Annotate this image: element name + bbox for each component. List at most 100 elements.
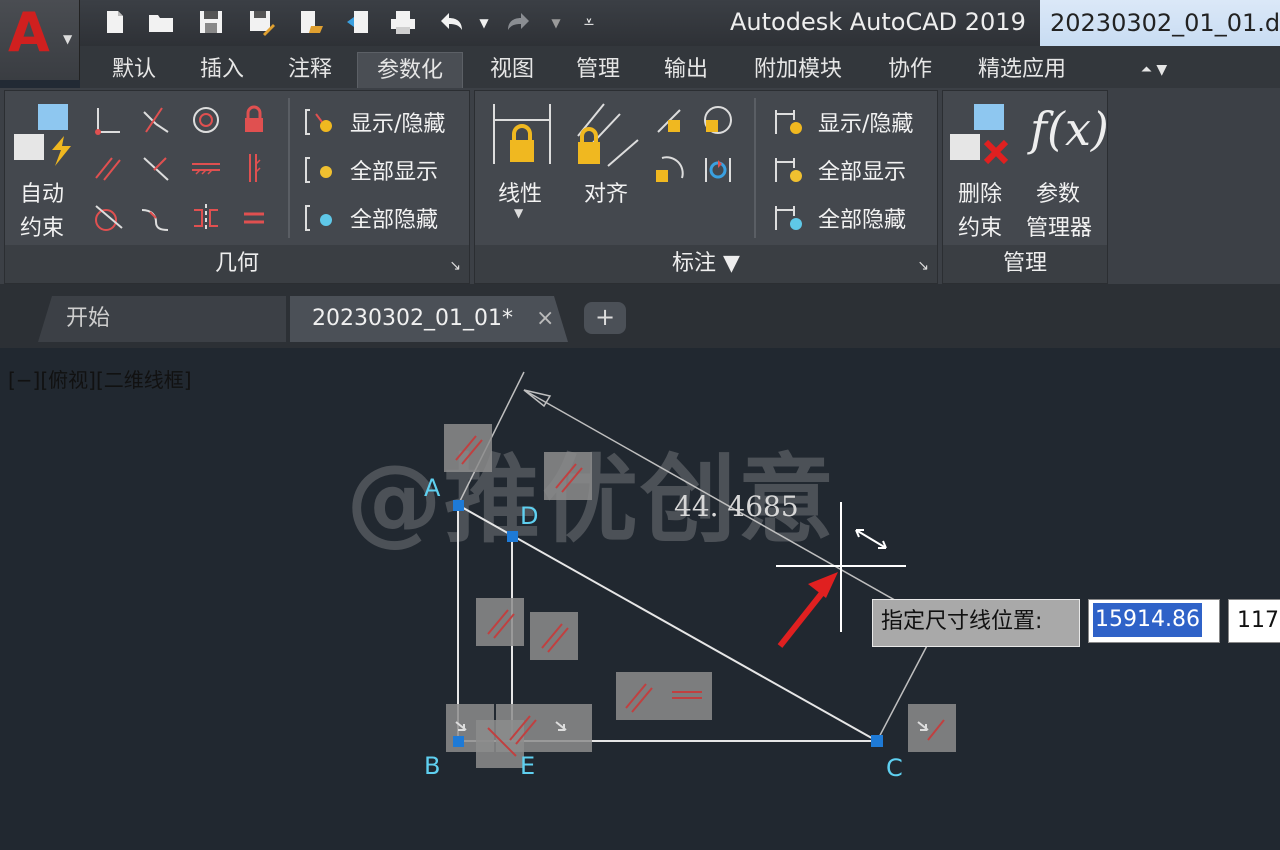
panel-divider — [288, 98, 290, 238]
command-prompt-tooltip: 指定尺寸线位置: — [872, 599, 1080, 647]
geometry-show-all-button[interactable]: 全部显示 — [304, 154, 484, 188]
angular-constraint-icon[interactable] — [654, 104, 686, 136]
chevron-down-icon: ▼ — [63, 32, 73, 46]
point-label-c: C — [886, 754, 903, 782]
grip-d — [507, 531, 518, 542]
print-icon[interactable] — [388, 8, 418, 38]
linear-constraint-icon[interactable] — [490, 100, 554, 170]
fix-lock-icon[interactable] — [238, 104, 270, 136]
parameters-manager-icon[interactable]: f(x) — [1030, 102, 1109, 166]
tab-featured-apps[interactable]: 精选应用 — [960, 52, 1084, 88]
tab-default[interactable]: 默认 — [94, 52, 174, 88]
horizontal-icon[interactable] — [190, 152, 222, 184]
vertical-icon[interactable] — [238, 152, 270, 184]
redo-dropdown-icon[interactable]: ▼ — [546, 8, 566, 38]
open-from-web-icon[interactable] — [296, 8, 326, 38]
coincident-icon[interactable] — [92, 104, 124, 136]
new-file-icon[interactable] — [100, 8, 130, 38]
redo-icon[interactable] — [504, 8, 534, 38]
panel-launcher-icon: ↘ — [917, 258, 929, 274]
tab-start[interactable]: 开始 — [38, 296, 286, 342]
convert-constraint-icon[interactable] — [702, 154, 734, 186]
customize-qat-icon[interactable]: ⩡ — [574, 8, 604, 38]
linear-dropdown-icon[interactable]: ▼ — [514, 206, 523, 220]
grip-a — [453, 500, 464, 511]
diametric-constraint-icon[interactable] — [654, 154, 686, 186]
autocad-logo-icon: A — [8, 1, 50, 64]
show-all-dimension-icon — [775, 158, 802, 182]
tab-insert[interactable]: 插入 — [184, 52, 260, 88]
tab-output[interactable]: 输出 — [648, 52, 724, 88]
geometry-show-hide-button[interactable]: 显示/隐藏 — [304, 106, 484, 140]
close-tab-icon[interactable]: × — [536, 306, 554, 331]
auto-constrain-icon[interactable] — [12, 102, 80, 168]
ribbon-minimize-icon[interactable]: ⏶ ▼ — [1124, 52, 1184, 88]
dimensional-show-hide-button[interactable]: 显示/隐藏 — [772, 106, 936, 140]
geometry-panel-title[interactable]: 几何 ↘ — [5, 245, 469, 283]
show-hide-dimension-icon — [775, 110, 802, 134]
save-as-icon[interactable] — [246, 8, 276, 38]
dimension-cursor-icon — [855, 529, 887, 549]
show-all-constraint-icon — [305, 157, 332, 183]
show-hide-constraint-icon — [305, 109, 332, 135]
manage-panel-title: 管理 — [943, 245, 1107, 283]
tab-manage[interactable]: 管理 — [560, 52, 636, 88]
delete-constraints-icon[interactable] — [948, 102, 1016, 168]
undo-icon[interactable] — [436, 8, 466, 38]
tab-current-document-label: 20230302_01_01* — [312, 306, 513, 331]
point-label-a: A — [424, 474, 441, 502]
undo-dropdown-icon[interactable]: ▼ — [474, 8, 494, 38]
auto-constrain-label-1: 自动 — [20, 182, 65, 207]
dynamic-input-value: 15914.86 — [1093, 603, 1202, 637]
equal-icon[interactable] — [238, 202, 270, 234]
collinear-icon[interactable] — [140, 104, 172, 136]
geometry-hide-all-button[interactable]: 全部隐藏 — [304, 202, 484, 236]
tab-collaborate[interactable]: 协作 — [872, 52, 948, 88]
delete-constraints-label-1: 删除 — [958, 182, 1003, 207]
red-arrow-head-icon — [808, 572, 838, 598]
save-icon[interactable] — [196, 8, 226, 38]
document-title: 20230302_01_01.dwg — [1040, 0, 1280, 46]
dimension-value-text: 44. 4685 — [674, 490, 799, 523]
point-label-b: B — [424, 752, 441, 780]
application-title: Autodesk AutoCAD 2019 — [730, 8, 1026, 36]
application-menu-button[interactable]: A ▼ — [0, 0, 80, 80]
perpendicular-icon[interactable] — [140, 152, 172, 184]
parallel-icon[interactable] — [92, 152, 124, 184]
new-tab-button[interactable]: + — [584, 302, 626, 334]
hide-all-dimension-icon — [775, 206, 802, 230]
grip-c — [871, 735, 883, 747]
tab-addins[interactable]: 附加模块 — [736, 52, 860, 88]
aligned-constraint-icon[interactable] — [574, 100, 642, 170]
red-arrow-shaft — [777, 586, 829, 648]
share-icon[interactable] — [344, 8, 374, 38]
panel-launcher-icon: ↘ — [449, 258, 461, 274]
aligned-label: 对齐 — [584, 182, 629, 207]
parameters-manager-label-1: 参数 — [1036, 182, 1081, 207]
dimensional-panel-title[interactable]: 标注 ▼ ↘ — [475, 245, 937, 283]
tab-parametric[interactable]: 参数化 — [357, 52, 463, 88]
panel-divider — [754, 98, 756, 238]
tangent-icon[interactable] — [92, 202, 124, 234]
auto-constrain-label-2: 约束 — [20, 216, 65, 241]
constraint-badges — [444, 424, 956, 768]
dimensional-show-all-button[interactable]: 全部显示 — [772, 154, 936, 188]
tab-annotate[interactable]: 注释 — [272, 52, 348, 88]
tab-current-document[interactable]: 20230302_01_01* × — [290, 296, 568, 342]
point-label-d: D — [520, 502, 539, 530]
tab-view[interactable]: 视图 — [474, 52, 550, 88]
delete-constraints-label-2: 约束 — [958, 216, 1003, 241]
radial-constraint-icon[interactable] — [702, 104, 734, 136]
dimensional-hide-all-button[interactable]: 全部隐藏 — [772, 202, 936, 236]
point-label-e: E — [520, 752, 536, 780]
grip-b — [453, 736, 464, 747]
concentric-icon[interactable] — [190, 104, 222, 136]
dynamic-input-field[interactable]: 15914.86 — [1088, 599, 1220, 643]
smooth-icon[interactable] — [140, 202, 172, 234]
parameters-manager-label-2: 管理器 — [1026, 216, 1093, 241]
dynamic-input-field-2[interactable]: 1170 — [1228, 599, 1280, 643]
open-folder-icon[interactable] — [146, 8, 176, 38]
hide-all-constraint-icon — [305, 205, 332, 231]
symmetric-icon[interactable] — [190, 202, 222, 234]
linear-label: 线性 — [498, 182, 543, 207]
